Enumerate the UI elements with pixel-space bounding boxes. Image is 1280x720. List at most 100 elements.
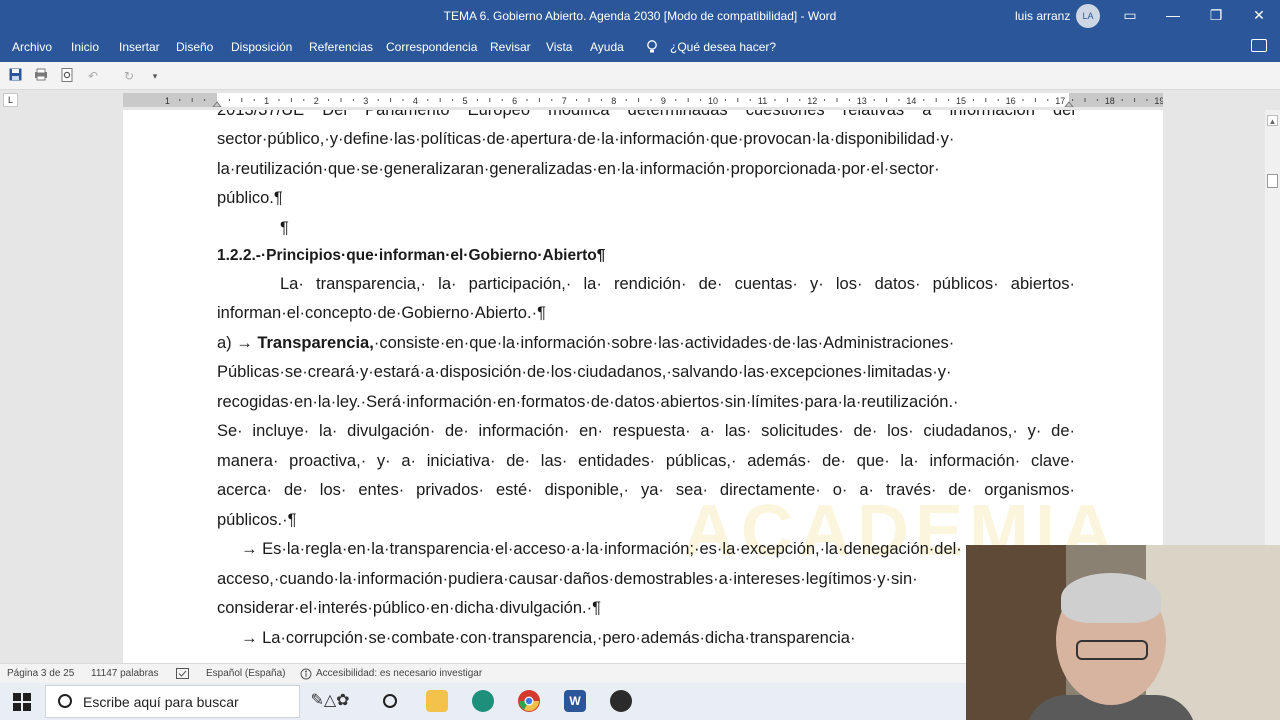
minimize-button[interactable]: —: [1153, 0, 1193, 32]
section-heading: 1.2.2.-·Principios·que·informan·el·Gobie…: [217, 247, 606, 264]
tab-revisar[interactable]: Revisar: [490, 40, 531, 54]
preview-icon[interactable]: [59, 68, 75, 84]
ruler-label: 4: [413, 96, 418, 106]
ruler-label: 3: [363, 96, 368, 106]
undo-icon[interactable]: ↶: [85, 68, 101, 84]
avatar[interactable]: LA: [1076, 4, 1100, 28]
presenter-glasses: [1076, 640, 1148, 660]
tab-selector[interactable]: L: [3, 93, 18, 107]
paragraph-line: sector·público,·y·define·las·políticas·d…: [217, 130, 955, 148]
paragraph-line: considerar·el·interés·público·en·dicha·d…: [217, 599, 601, 617]
paragraph-line: → La·corrupción·se·combate·con·transpare…: [241, 629, 856, 647]
restore-button[interactable]: ❐: [1196, 0, 1236, 32]
ruler-label: 2: [314, 96, 319, 106]
list-marker: a) →: [217, 334, 258, 352]
accessibility-status[interactable]: Accesibilidad: es necesario investigar: [316, 668, 482, 679]
indent-marker: [212, 101, 222, 107]
ruler-label: 15: [956, 96, 966, 106]
ruler-label: 8: [611, 96, 616, 106]
paragraph-line: Se· incluye· la· divulgación· de· inform…: [217, 422, 1075, 440]
search-highlight-icon[interactable]: ✎△✿: [300, 690, 360, 712]
wall-background: [1146, 545, 1280, 720]
paragraph-line: acerca· de· los· entes· privados· esté· …: [217, 481, 1075, 499]
paragraph-line: informan·el·concepto·de·Gobierno·Abierto…: [217, 304, 546, 322]
ruler-label: 1: [264, 96, 269, 106]
ruler-label: 18: [1105, 96, 1115, 106]
paragraph-line: La· transparencia,· la· participación,· …: [280, 275, 1075, 293]
redo-icon[interactable]: ↻: [121, 68, 137, 84]
ruler-label: 11: [758, 96, 767, 106]
chrome-icon[interactable]: [518, 690, 540, 712]
ruler-label: 10: [708, 96, 718, 106]
comments-icon[interactable]: [1251, 39, 1267, 52]
tab-ayuda[interactable]: Ayuda: [590, 40, 624, 54]
proofing-icon[interactable]: [176, 668, 189, 682]
paragraph-line: acceso,·cuando·la·información·pudiera·ca…: [217, 570, 918, 588]
scroll-up-icon[interactable]: ▲: [1267, 115, 1278, 126]
ruler-label: 6: [512, 96, 517, 106]
tab-insertar[interactable]: Insertar: [119, 40, 160, 54]
tell-me-search[interactable]: ¿Qué desea hacer?: [670, 40, 776, 54]
scroll-thumb[interactable]: [1267, 174, 1278, 188]
word-count[interactable]: 11147 palabras: [91, 668, 158, 679]
accessibility-icon[interactable]: [300, 668, 312, 683]
paragraph-line: la·reutilización·que·se·generalizaran·ge…: [217, 160, 940, 178]
user-name[interactable]: luis arranz: [1015, 9, 1070, 23]
empty-paragraph: ¶: [280, 219, 289, 237]
edge-icon[interactable]: [472, 690, 494, 712]
word-icon[interactable]: W: [564, 690, 586, 712]
file-explorer-icon[interactable]: [426, 690, 448, 712]
paragraph-line: → Es·la·regla·en·la·transparencia·el·acc…: [241, 540, 962, 558]
ruler-row: L 1 1 2 3 4 5 6 7 8 9 10 11 12 13 14 15 16 17 18 19: [0, 90, 1280, 110]
search-placeholder: Escribe aquí para buscar: [83, 694, 239, 710]
webcam-overlay: [966, 545, 1280, 720]
ruler-label: 14: [906, 96, 916, 106]
customize-icon[interactable]: ▾: [147, 68, 163, 84]
ruler-label: 19: [1154, 96, 1163, 106]
task-view-icon[interactable]: [379, 690, 401, 712]
paragraph-line: manera· proactiva,· y· a· iniciativa· de…: [217, 452, 1075, 470]
taskbar-search-input[interactable]: Escribe aquí para buscar: [45, 685, 300, 718]
windows-start-icon[interactable]: [13, 693, 31, 711]
ruler-ticks: 1 1 2 3 4 5 6 7 8 9 10 11 12 13 14 15 16 17 18 19: [165, 96, 1163, 107]
page-count[interactable]: Página 3 de 25: [7, 668, 74, 679]
tab-disposicion[interactable]: Disposición: [231, 40, 292, 54]
tab-archivo[interactable]: Archivo: [12, 40, 52, 54]
tab-correspondencia[interactable]: Correspondencia: [386, 40, 477, 54]
bold-term: Transparencia,: [257, 334, 374, 352]
ribbon-tabs: Archivo Inicio Insertar Diseño Disposici…: [0, 32, 1280, 62]
tab-diseno[interactable]: Diseño: [176, 40, 213, 54]
ruler-label: 17: [1055, 96, 1065, 106]
list-text: ·consiste·en·que·la·información·sobre·la…: [373, 334, 955, 352]
ribbon-display-options-button[interactable]: ▭: [1110, 0, 1150, 32]
ruler-label: 7: [562, 96, 567, 106]
ruler-label: 12: [807, 96, 817, 106]
ruler-label: 9: [661, 96, 666, 106]
ruler-label: 13: [857, 96, 867, 106]
language[interactable]: Español (España): [206, 668, 286, 679]
paragraph-line: públicos.·¶: [217, 511, 297, 529]
presenter-hair: [1061, 573, 1161, 623]
tab-vista[interactable]: Vista: [546, 40, 572, 54]
save-icon[interactable]: [7, 68, 23, 84]
paragraph-line: recogidas·en·la·ley.·Será·información·en…: [217, 393, 959, 411]
quick-access-toolbar: ↶ ↻ ▾: [0, 62, 1280, 90]
ruler-label: 1: [165, 96, 170, 106]
ruler-label: 5: [462, 96, 467, 106]
lightbulb-icon: [646, 40, 658, 57]
paragraph-line: Públicas·se·creará·y·estará·a·disposició…: [217, 363, 952, 381]
obs-icon[interactable]: [610, 690, 632, 712]
bookshelf-background: [966, 545, 1066, 720]
title-bar: TEMA 6. Gobierno Abierto. Agenda 2030 [M…: [0, 0, 1280, 32]
list-item-a: a) → Transparencia,·consiste·en·que·la·i…: [217, 331, 954, 355]
indent-marker: [1064, 101, 1074, 107]
horizontal-ruler[interactable]: 1 1 2 3 4 5 6 7 8 9 10 11 12 13 14 15 16 17 18 19: [123, 93, 1163, 107]
print-preview-icon[interactable]: [33, 68, 49, 84]
tab-referencias[interactable]: Referencias: [309, 40, 373, 54]
paragraph-line: público.¶: [217, 189, 283, 207]
search-icon: [58, 694, 72, 708]
paragraph-line: 2013/37/UE Del Parlamento Europeo modifi…: [217, 110, 1075, 119]
ruler-label: 16: [1006, 96, 1016, 106]
tab-inicio[interactable]: Inicio: [71, 40, 99, 54]
close-button[interactable]: ✕: [1239, 0, 1279, 32]
